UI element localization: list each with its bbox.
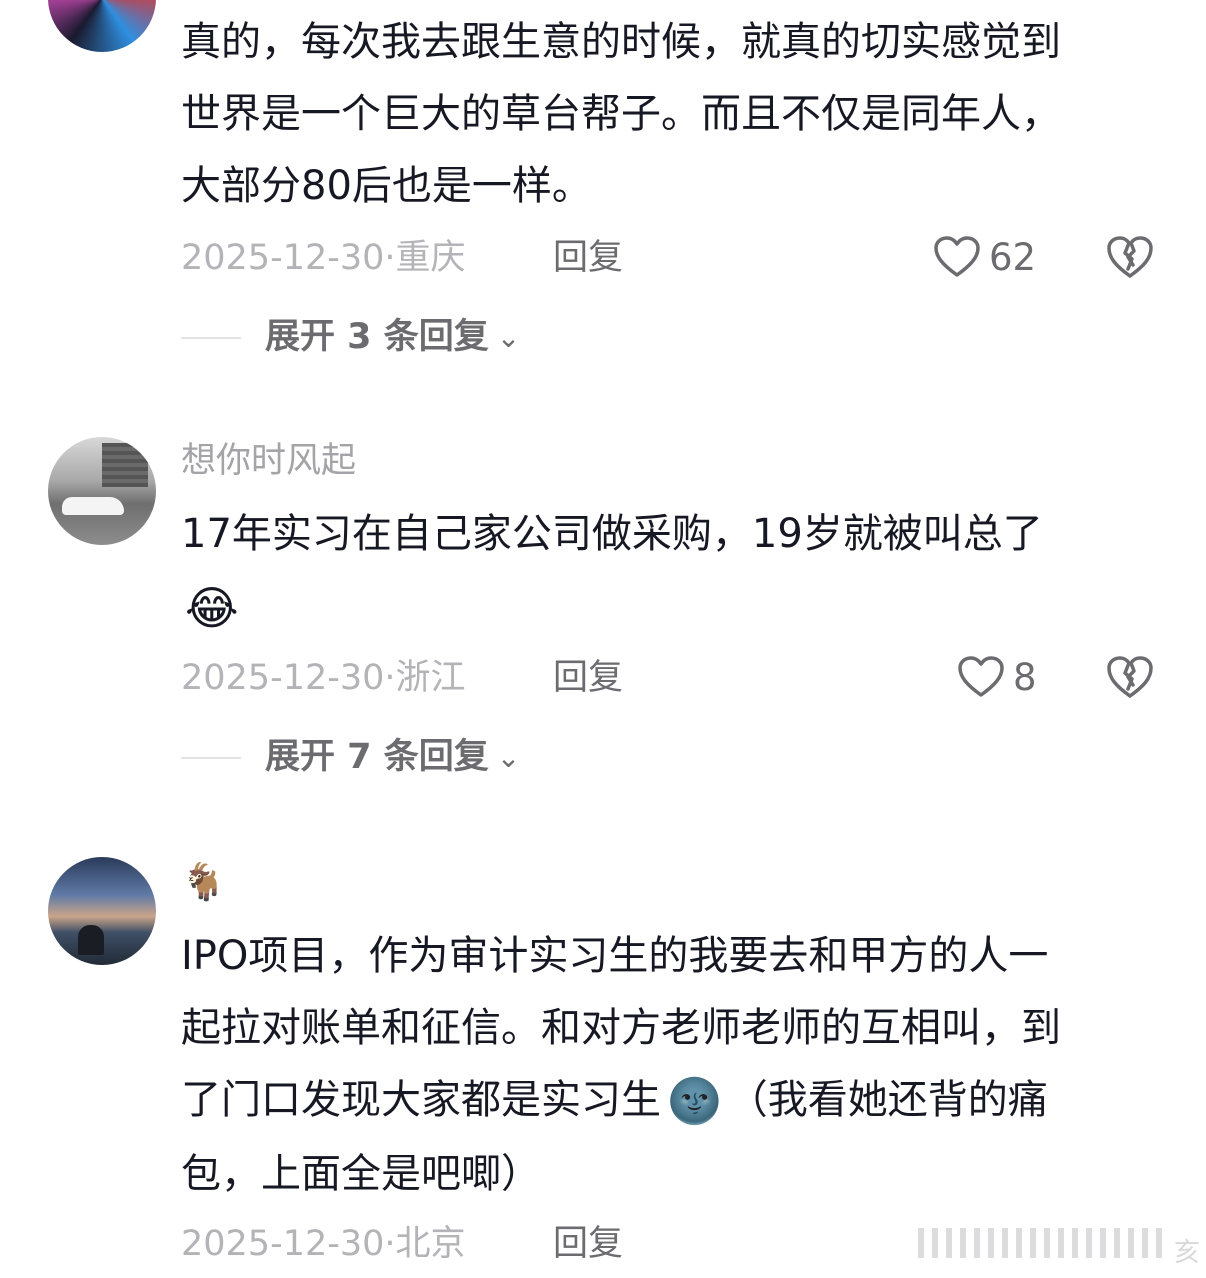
garage-door — [102, 443, 148, 487]
car-shape — [62, 497, 124, 515]
comment-text: 17年实习在自己家公司做采购，19岁就被叫总了 😂 — [181, 498, 1166, 644]
new-moon-face-emoji: 🌚 — [667, 1076, 722, 1127]
commenter-avatar[interactable] — [48, 857, 156, 965]
comment-text: IPO项目，作为审计实习生的我要去和甲方的人一 起拉对账单和征信。和对方老师老师的… — [181, 933, 1061, 1197]
comment-date: 2025-12-30 — [181, 658, 385, 698]
commenter-avatar[interactable] — [48, 0, 156, 52]
divider — [181, 756, 241, 759]
watermark-graphic — [918, 1228, 1168, 1258]
comment-location: 重庆 — [395, 238, 466, 278]
like-count: 8 — [1013, 655, 1037, 699]
like-button[interactable]: 62 — [933, 235, 1036, 279]
reply-button[interactable]: 回复 — [553, 241, 623, 276]
reply-button[interactable]: 回复 — [553, 1227, 623, 1262]
broken-heart-icon[interactable] — [1106, 654, 1154, 700]
comment-meta: 2025-12-30·北京 — [181, 1224, 466, 1264]
expand-replies[interactable]: 展开 3 条回复 ⌄ — [181, 320, 520, 355]
comment-location: 浙江 — [395, 658, 466, 698]
watermark-text: 亥 — [1173, 1238, 1200, 1268]
comment-date: 2025-12-30 — [181, 1224, 385, 1264]
heart-outline-icon — [934, 236, 980, 277]
expand-replies-label: 展开 7 条回复 — [265, 737, 489, 777]
expand-replies[interactable]: 展开 7 条回复 ⌄ — [181, 740, 520, 775]
like-count: 62 — [989, 235, 1037, 279]
chevron-down-icon: ⌄ — [496, 321, 521, 354]
commenter-avatar[interactable] — [48, 437, 156, 545]
comment-date: 2025-12-30 — [181, 238, 385, 278]
comment-location: 北京 — [395, 1224, 466, 1264]
comment-meta: 2025-12-30·重庆 — [181, 238, 466, 278]
comment-text: 真的，每次我去跟生意的时候，就真的切实感觉到 世界是一个巨大的草台帮子。而且不仅是… — [181, 19, 1061, 209]
watermark: 亥 — [918, 1222, 1206, 1270]
comment-username[interactable]: 想你时风起 — [181, 444, 356, 479]
chevron-down-icon: ⌄ — [496, 741, 521, 774]
expand-replies-label: 展开 3 条回复 — [265, 317, 489, 357]
broken-heart-icon[interactable] — [1106, 234, 1154, 280]
comment-meta: 2025-12-30·浙江 — [181, 658, 466, 698]
heart-outline-icon — [958, 656, 1004, 697]
goat-emoji-username[interactable]: 🐐 — [181, 865, 226, 901]
reply-button[interactable]: 回复 — [553, 661, 623, 696]
divider — [181, 336, 241, 339]
like-button[interactable]: 8 — [957, 655, 1037, 699]
silhouette — [78, 925, 104, 955]
laughing-tears-emoji: 😂 — [185, 581, 239, 635]
